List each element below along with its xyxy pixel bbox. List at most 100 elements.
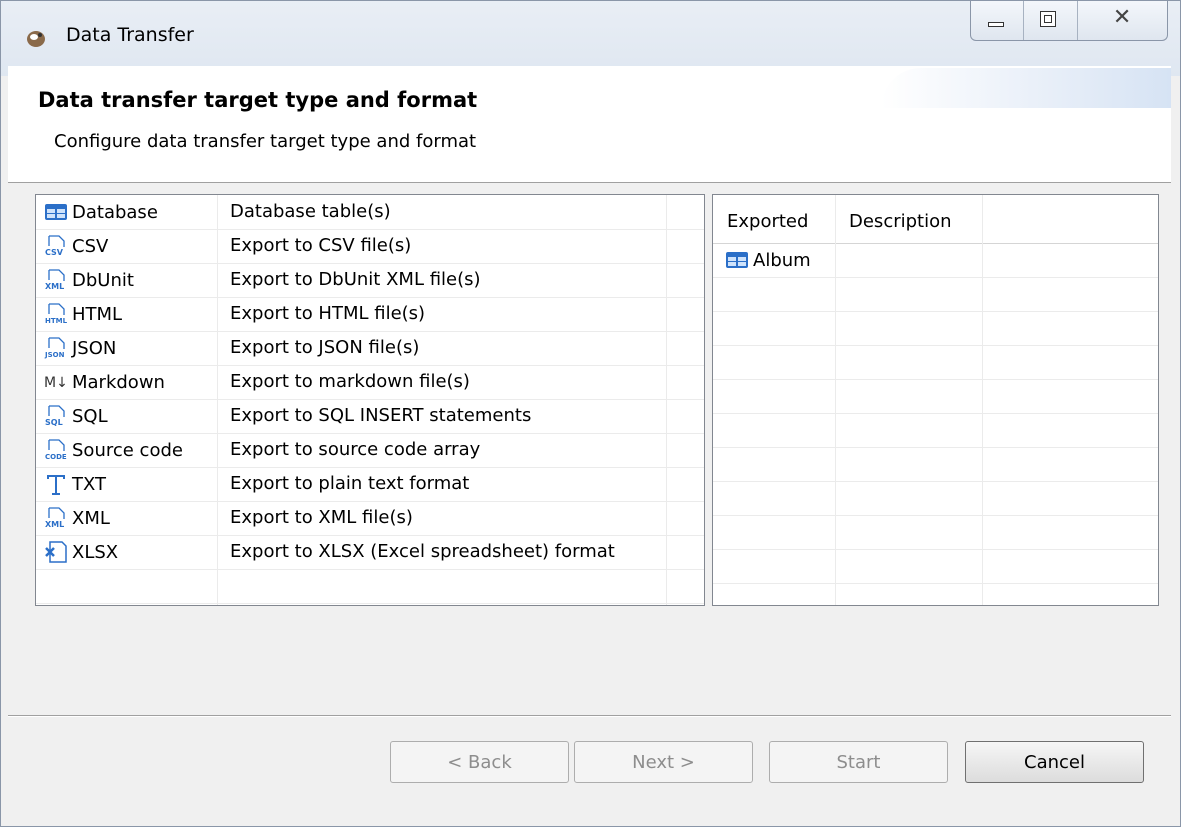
format-description: Export to CSV file(s)	[230, 235, 412, 256]
text-icon	[44, 473, 68, 495]
button-bar-separator	[8, 715, 1171, 717]
wizard-header: Data transfer target type and format Con…	[8, 66, 1171, 183]
svg-text:XML: XML	[45, 282, 64, 291]
html-file-icon: HTML	[44, 303, 68, 325]
format-description: Export to SQL INSERT statements	[230, 405, 532, 426]
database-table-icon	[725, 249, 749, 271]
svg-text:M↓: M↓	[44, 375, 68, 391]
format-list[interactable]: Database Database table(s) CSV CSV Export to…	[35, 194, 705, 606]
format-name-cell: TXT	[44, 473, 106, 495]
empty-row	[713, 413, 1158, 448]
header-decoration	[881, 68, 1171, 108]
format-description: Export to XLSX (Excel spreadsheet) forma…	[230, 541, 615, 562]
format-name: Database	[72, 201, 158, 223]
exported-name: Album	[753, 249, 811, 271]
empty-row	[713, 379, 1158, 414]
svg-text:XML: XML	[45, 520, 64, 529]
window-title: Data Transfer	[66, 24, 194, 46]
next-button[interactable]: Next >	[574, 741, 753, 783]
format-name: XLSX	[72, 541, 119, 563]
start-button[interactable]: Start	[769, 741, 948, 783]
svg-text:JSON: JSON	[44, 351, 65, 359]
format-name-cell: HTML HTML	[44, 303, 122, 325]
column-header-description[interactable]: Description	[849, 211, 952, 232]
format-row[interactable]: HTML HTML Export to HTML file(s)	[36, 297, 704, 332]
empty-row	[36, 569, 704, 604]
format-name: HTML	[72, 303, 123, 325]
format-row[interactable]: Database Database table(s)	[36, 195, 704, 230]
empty-row	[713, 481, 1158, 516]
excel-icon	[44, 541, 68, 563]
empty-row	[713, 549, 1158, 584]
minimize-icon	[988, 22, 1004, 27]
code-file-icon: CODE	[44, 439, 68, 461]
cancel-button[interactable]: Cancel	[965, 741, 1144, 783]
exported-row[interactable]: Album	[713, 243, 1158, 278]
empty-row	[713, 515, 1158, 550]
maximize-button[interactable]	[1024, 0, 1078, 40]
empty-row	[713, 311, 1158, 346]
format-row[interactable]: TXT Export to plain text format	[36, 467, 704, 502]
format-name: JSON	[72, 337, 117, 359]
format-name: TXT	[72, 473, 107, 495]
format-name-cell: XML DbUnit	[44, 269, 134, 291]
format-description: Export to DbUnit XML file(s)	[230, 269, 481, 290]
xml-file-icon: XML	[44, 507, 68, 529]
page-title: Data transfer target type and format	[38, 88, 478, 112]
format-description: Export to HTML file(s)	[230, 303, 426, 324]
minimize-button[interactable]	[971, 0, 1025, 40]
window-controls: ✕	[970, 0, 1168, 41]
format-row[interactable]: M↓ Markdown Export to markdown file(s)	[36, 365, 704, 400]
empty-row	[713, 345, 1158, 380]
exported-table[interactable]: Exported Description Album	[712, 194, 1159, 606]
dbeaver-app-icon	[24, 26, 48, 50]
maximize-icon	[1040, 11, 1057, 27]
format-row[interactable]: SQL SQL Export to SQL INSERT statements	[36, 399, 704, 434]
format-name-cell: CODE Source code	[44, 439, 183, 461]
svg-text:CSV: CSV	[45, 248, 64, 257]
markdown-icon: M↓	[44, 371, 68, 393]
format-name-cell: XML XML	[44, 507, 110, 529]
format-name-cell: M↓ Markdown	[44, 371, 165, 393]
format-name: XML	[72, 507, 110, 529]
format-description: Export to source code array	[230, 439, 481, 460]
format-name: SQL	[72, 405, 108, 427]
format-row[interactable]: CSV CSV Export to CSV file(s)	[36, 229, 704, 264]
empty-row	[713, 447, 1158, 482]
format-row[interactable]: XML XML Export to XML file(s)	[36, 501, 704, 536]
format-description: Export to JSON file(s)	[230, 337, 420, 358]
empty-row	[713, 277, 1158, 312]
format-name: CSV	[72, 235, 109, 257]
format-description: Export to markdown file(s)	[230, 371, 470, 392]
close-button[interactable]: ✕	[1078, 0, 1167, 40]
format-name-cell: SQL SQL	[44, 405, 108, 427]
format-name-cell: JSON JSON	[44, 337, 116, 359]
back-button[interactable]: < Back	[390, 741, 569, 783]
format-name: Markdown	[72, 371, 165, 393]
format-row[interactable]: XML DbUnit Export to DbUnit XML file(s)	[36, 263, 704, 298]
svg-text:CODE: CODE	[45, 453, 67, 461]
format-description: Export to XML file(s)	[230, 507, 413, 528]
format-name-cell: Database	[44, 201, 158, 223]
format-name-cell: CSV CSV	[44, 235, 108, 257]
title-bar[interactable]: Data Transfer ✕	[0, 0, 1181, 76]
svg-text:SQL: SQL	[45, 418, 63, 427]
csv-file-icon: CSV	[44, 235, 68, 257]
data-transfer-window: Data Transfer ✕ Data transfer target typ…	[0, 0, 1181, 827]
exported-name-cell: Album	[725, 249, 811, 271]
format-row[interactable]: JSON JSON Export to JSON file(s)	[36, 331, 704, 366]
json-file-icon: JSON	[44, 337, 68, 359]
format-name-cell: XLSX	[44, 541, 118, 563]
format-name: Source code	[72, 439, 183, 461]
database-table-icon	[44, 201, 68, 223]
svg-text:HTML: HTML	[45, 317, 68, 325]
format-row[interactable]: XLSX Export to XLSX (Excel spreadsheet) f…	[36, 535, 704, 570]
format-name: DbUnit	[72, 269, 134, 291]
exported-table-header: Exported Description	[713, 195, 1158, 244]
column-header-exported[interactable]: Exported	[727, 211, 808, 232]
page-subtitle: Configure data transfer target type and …	[54, 131, 477, 152]
format-description: Database table(s)	[230, 201, 391, 222]
close-icon: ✕	[1112, 5, 1132, 30]
format-row[interactable]: CODE Source code Export to source code arr…	[36, 433, 704, 468]
sql-file-icon: SQL	[44, 405, 68, 427]
